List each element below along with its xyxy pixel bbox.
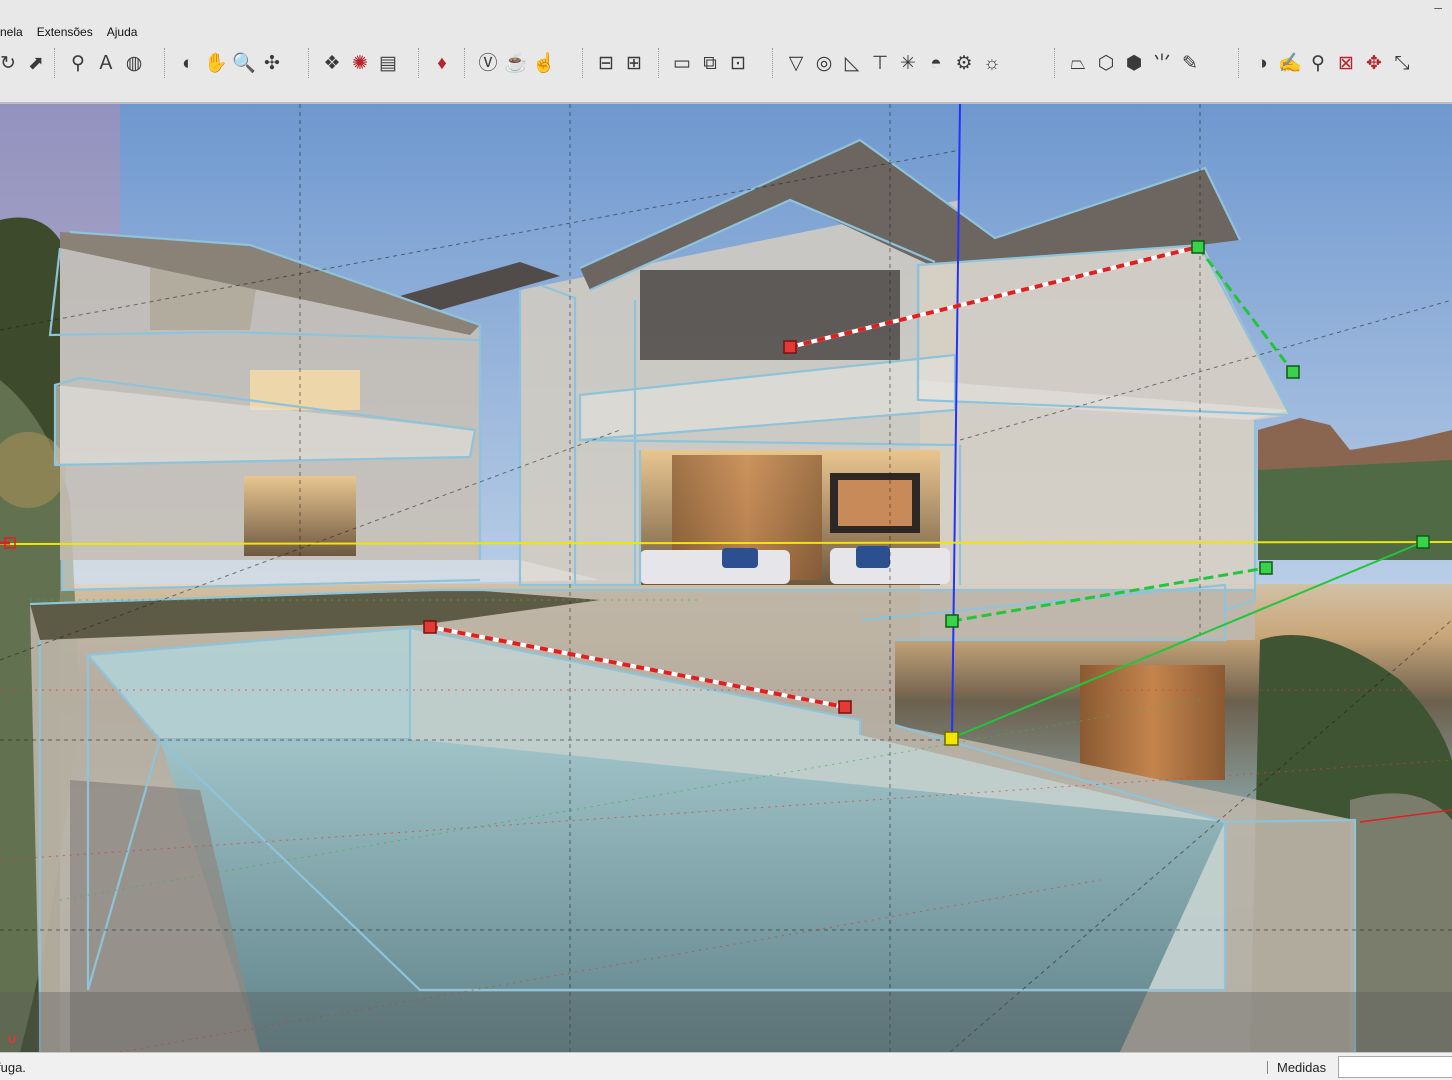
viewport[interactable]: U (0, 104, 1452, 1052)
lock-icon[interactable]: ⊡ (724, 48, 752, 78)
toolbar: ↻ ⬈ ⚲ Ａ ◍ ◐ ✋ 🔍 ✣ ❖ ✺ ▤ ♦ Ⓥ ☕ ☝ ⊟ ⊞ ▭ ⧉ ⊡ ▽ ◎ ◺ ⊤ ✳ ◓ ⚙ ☼ ⏢ ⬡ ⬢ ⺌ ✎ ◑ ✍ ⚲ ⊠ ✥ ⤡ (0, 42, 1452, 104)
components-icon[interactable]: ❖ (318, 48, 346, 78)
zoom-window-icon[interactable]: ⊠ (1332, 48, 1360, 78)
toolbar-separator-0 (54, 48, 56, 78)
tool-group-0: ↻ ⬈ (0, 48, 50, 78)
zoom-icon[interactable]: 🔍 (230, 48, 258, 78)
tool-group-4: ♦ (428, 48, 456, 78)
tool-group-2: ◐ ✋ 🔍 ✣ (174, 48, 286, 78)
measurements-label: Medidas (1277, 1060, 1327, 1075)
vanishing-point-grip[interactable] (1416, 535, 1430, 549)
box-icon[interactable]: ⬡ (1092, 48, 1120, 78)
toolbar-separator-2 (308, 48, 310, 78)
tape-measure-icon[interactable]: ⊤ (866, 48, 894, 78)
toolbar-separator-4 (464, 48, 466, 78)
dome-icon[interactable]: ◓ (922, 48, 950, 78)
toolbar-separator-9 (1238, 48, 1240, 78)
tool-group-6: ⊟ ⊞ (592, 48, 648, 78)
cube-icon[interactable]: ⬢ (1120, 48, 1148, 78)
menu-extensoes[interactable]: Extensões (30, 25, 100, 39)
dimension-icon[interactable]: ⚲ (64, 48, 92, 78)
tool-group-9: ⏢ ⬡ ⬢ ⺌ ✎ (1064, 48, 1204, 78)
tool-group-1: ⚲ Ａ ◍ (64, 48, 148, 78)
paint-bucket-icon[interactable]: ◍ (120, 48, 148, 78)
tool-group-8: ▽ ◎ ◺ ⊤ ✳ ◓ ⚙ ☼ (782, 48, 1006, 78)
hand-click-icon[interactable]: ☝ (530, 48, 558, 78)
light-icon[interactable]: ☼ (978, 48, 1006, 78)
tool-group-5: Ⓥ ☕ ☝ (474, 48, 558, 78)
window-frame-icon[interactable]: ▭ (668, 48, 696, 78)
sketchup-window: nela Extensões Ajuda – ↻ ⬈ ⚲ Ａ ◍ ◐ ✋ 🔍 ✣ ❖ ✺ ▤ ♦ Ⓥ ☕ ☝ ⊟… (0, 0, 1452, 1080)
green-grip-3[interactable] (945, 614, 959, 628)
ruby-icon[interactable]: ♦ (428, 48, 456, 78)
green-grip-2[interactable] (1286, 365, 1300, 379)
tool-group-10: ◑ ✍ ⚲ ⊠ ✥ ⤡ (1248, 48, 1416, 78)
red-grip-1[interactable] (783, 340, 797, 354)
warehouse-icon[interactable]: ✺ (346, 48, 374, 78)
toolbar-separator-6 (658, 48, 660, 78)
status-message: fuga. (0, 1060, 26, 1075)
sun-icon[interactable]: ✳ (894, 48, 922, 78)
toolbar-separator-3 (418, 48, 420, 78)
text-label-icon[interactable]: Ａ (92, 48, 120, 78)
measurements-input[interactable] (1338, 1056, 1452, 1078)
green-grip-1[interactable] (1191, 240, 1205, 254)
toolbar-separator-1 (164, 48, 166, 78)
lower-level (1080, 665, 1225, 780)
status-bar: fuga. Medidas (0, 1052, 1452, 1080)
pencil-icon[interactable]: ✎ (1176, 48, 1204, 78)
zoom-previous-icon[interactable]: ⤡ (1388, 48, 1416, 78)
zoom-fit-icon[interactable]: ✥ (1360, 48, 1388, 78)
menu-bar: nela Extensões Ajuda – (0, 0, 1452, 42)
window-export-icon[interactable]: ⧉ (696, 48, 724, 78)
grass-icon[interactable]: ⺌ (1148, 48, 1176, 78)
toolbar-separator-8 (1054, 48, 1056, 78)
gear-icon[interactable]: ⚙ (950, 48, 978, 78)
minimize-button[interactable]: – (1434, 0, 1442, 14)
menu-janela[interactable]: nela (0, 25, 30, 39)
axis-tag: U (8, 1034, 16, 1046)
teapot-icon[interactable]: ☕ (502, 48, 530, 78)
section-display-icon[interactable]: ⊞ (620, 48, 648, 78)
validate-icon[interactable]: Ⓥ (474, 48, 502, 78)
tool-group-3: ❖ ✺ ▤ (318, 48, 402, 78)
protractor-icon[interactable]: ◺ (838, 48, 866, 78)
red-grip-3[interactable] (838, 700, 852, 714)
red-grip-2[interactable] (423, 620, 437, 634)
camera-orbit-icon[interactable]: ◑ (1248, 48, 1276, 78)
select-box-icon[interactable]: ⬈ (22, 48, 50, 78)
toolbar-separator-7 (772, 48, 774, 78)
camera-pan-icon[interactable]: ✍ (1276, 48, 1304, 78)
funnel-icon[interactable]: ▽ (782, 48, 810, 78)
toolbar-separator-5 (582, 48, 584, 78)
pan-hand-icon[interactable]: ✋ (202, 48, 230, 78)
terrain-icon[interactable]: ⏢ (1064, 48, 1092, 78)
green-grip-4[interactable] (1259, 561, 1273, 575)
zoom-extents-icon[interactable]: ✣ (258, 48, 286, 78)
menu-ajuda[interactable]: Ajuda (100, 25, 145, 39)
orbit-icon[interactable]: ↻ (0, 48, 22, 78)
circle-target-icon[interactable]: ◎ (810, 48, 838, 78)
section-plane-icon[interactable]: ⊟ (592, 48, 620, 78)
tool-group-7: ▭ ⧉ ⊡ (668, 48, 752, 78)
orbit-camera-icon[interactable]: ◐ (174, 48, 202, 78)
status-divider (1267, 1061, 1268, 1074)
origin-grip[interactable] (944, 731, 959, 746)
layout-icon[interactable]: ▤ (374, 48, 402, 78)
match-photo-scene (0, 104, 1452, 1052)
camera-zoom-icon[interactable]: ⚲ (1304, 48, 1332, 78)
